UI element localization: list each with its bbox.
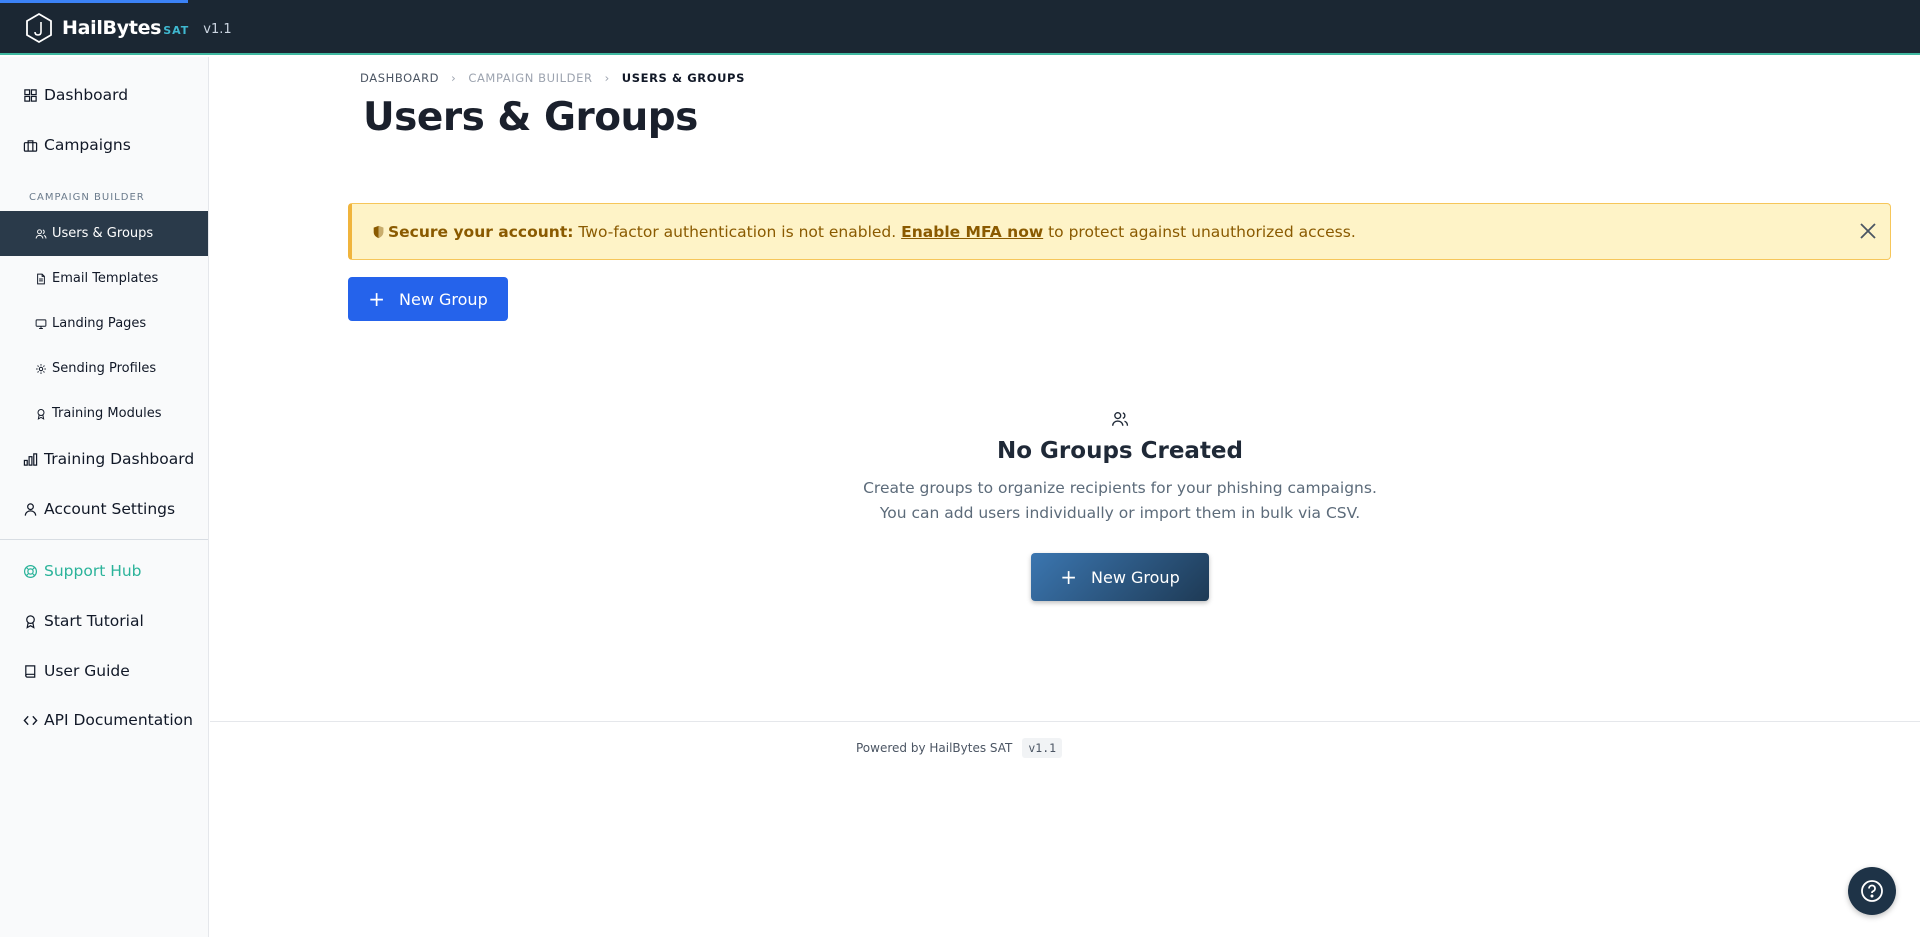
sidebar-divider — [0, 539, 208, 540]
new-group-button-label: New Group — [399, 289, 488, 309]
help-circle-icon — [1861, 880, 1883, 902]
book-icon — [25, 664, 36, 678]
sidebar-item-label: API Documentation — [44, 711, 193, 729]
sidebar-item-training-dashboard[interactable]: Training Dashboard — [0, 439, 208, 479]
award-icon — [37, 408, 45, 420]
bar-chart-icon — [23, 452, 38, 466]
sidebar-item-email-templates[interactable]: Email Templates — [0, 256, 208, 301]
sidebar: Dashboard Campaigns CAMPAIGN BUILDER Use… — [0, 57, 209, 937]
breadcrumb-users-groups: USERS & GROUPS — [621, 71, 745, 85]
footer-version-badge: v1.1 — [1022, 738, 1063, 758]
code-icon — [23, 715, 38, 725]
brand-logo[interactable]: HailBytes SAT v1.1 — [24, 12, 232, 44]
gear-icon — [36, 363, 46, 374]
empty-state: No Groups Created Create groups to organ… — [640, 410, 1600, 526]
footer: Powered by HailBytes SAT v1.1 — [856, 738, 1063, 758]
footer-divider — [210, 721, 1920, 722]
page-title: Users & Groups — [363, 95, 698, 140]
sidebar-item-label: Landing Pages — [52, 316, 147, 331]
sidebar-item-sending-profiles[interactable]: Sending Profiles — [0, 346, 208, 391]
breadcrumb-dashboard[interactable]: DASHBOARD — [360, 71, 439, 85]
sidebar-item-label: Campaigns — [44, 136, 131, 154]
sidebar-item-support-hub[interactable]: Support Hub — [0, 551, 208, 591]
sidebar-item-label: Training Modules — [52, 406, 162, 421]
plus-icon: + — [368, 287, 386, 311]
empty-state-line: You can add users individually or import… — [879, 504, 1361, 522]
sidebar-item-landing-pages[interactable]: Landing Pages — [0, 301, 208, 346]
sidebar-item-users-groups[interactable]: Users & Groups — [0, 211, 208, 256]
help-button[interactable] — [1848, 867, 1896, 915]
sidebar-item-label: Start Tutorial — [44, 612, 144, 630]
sidebar-item-label: Training Dashboard — [44, 450, 195, 468]
close-icon[interactable] — [1858, 221, 1878, 241]
alert-text: Two-factor authentication is not enabled… — [578, 222, 897, 241]
new-group-button[interactable]: + New Group — [348, 277, 508, 321]
sidebar-item-label: Email Templates — [52, 271, 159, 286]
document-icon — [37, 273, 45, 284]
loading-progress-bar — [0, 0, 188, 3]
mfa-alert-banner: Secure your account: Two-factor authenti… — [348, 203, 1891, 260]
empty-state-title: No Groups Created — [996, 438, 1243, 464]
users-icon — [35, 228, 47, 239]
breadcrumb-separator: › — [451, 71, 457, 85]
sidebar-item-start-tutorial[interactable]: Start Tutorial — [0, 601, 208, 641]
plus-icon: + — [1060, 565, 1078, 589]
award-icon — [26, 614, 35, 629]
sidebar-item-dashboard[interactable]: Dashboard — [0, 75, 208, 115]
brand-suffix: SAT — [163, 23, 190, 37]
empty-state-line: Create groups to organize recipients for… — [863, 479, 1377, 497]
sidebar-item-label: Users & Groups — [52, 226, 154, 241]
shield-icon — [373, 225, 384, 238]
hexagon-logo-icon — [26, 12, 52, 44]
sidebar-item-label: Sending Profiles — [52, 361, 157, 376]
empty-state-new-group-button[interactable]: + New Group — [1031, 553, 1209, 601]
sidebar-item-account-settings[interactable]: Account Settings — [0, 489, 208, 529]
footer-text: Powered by HailBytes SAT — [856, 741, 1013, 755]
monitor-icon — [35, 318, 47, 329]
top-navbar: HailBytes SAT v1.1 — [0, 0, 1920, 55]
enable-mfa-link[interactable]: Enable MFA now — [901, 223, 1043, 241]
brand-name: HailBytes — [62, 17, 162, 39]
sidebar-item-training-modules[interactable]: Training Modules — [0, 391, 208, 436]
briefcase-icon — [23, 139, 38, 152]
alert-text-after: to protect against unauthorized access. — [1048, 222, 1356, 241]
new-group-button-label: New Group — [1091, 567, 1180, 587]
sidebar-item-label: User Guide — [44, 662, 130, 680]
sidebar-item-label: Account Settings — [44, 500, 176, 518]
alert-bold-text: Secure your account: — [388, 222, 574, 241]
users-icon — [1112, 412, 1129, 426]
grid-icon — [24, 88, 37, 102]
sidebar-item-api-documentation[interactable]: API Documentation — [0, 700, 208, 740]
user-icon — [24, 502, 37, 516]
section-label-campaign-builder: CAMPAIGN BUILDER — [29, 192, 145, 203]
empty-state-description: Create groups to organize recipients for… — [640, 476, 1600, 526]
sidebar-item-campaigns[interactable]: Campaigns — [0, 125, 208, 165]
app-version: v1.1 — [203, 22, 232, 37]
sidebar-item-label: Support Hub — [44, 562, 142, 580]
breadcrumb-separator: › — [604, 71, 610, 85]
breadcrumb-campaign-builder[interactable]: CAMPAIGN BUILDER — [468, 71, 592, 85]
sidebar-item-user-guide[interactable]: User Guide — [0, 651, 208, 691]
lifebuoy-icon — [23, 564, 38, 578]
breadcrumb: DASHBOARD › CAMPAIGN BUILDER › USERS & G… — [360, 71, 745, 85]
sidebar-item-label: Dashboard — [44, 86, 129, 104]
